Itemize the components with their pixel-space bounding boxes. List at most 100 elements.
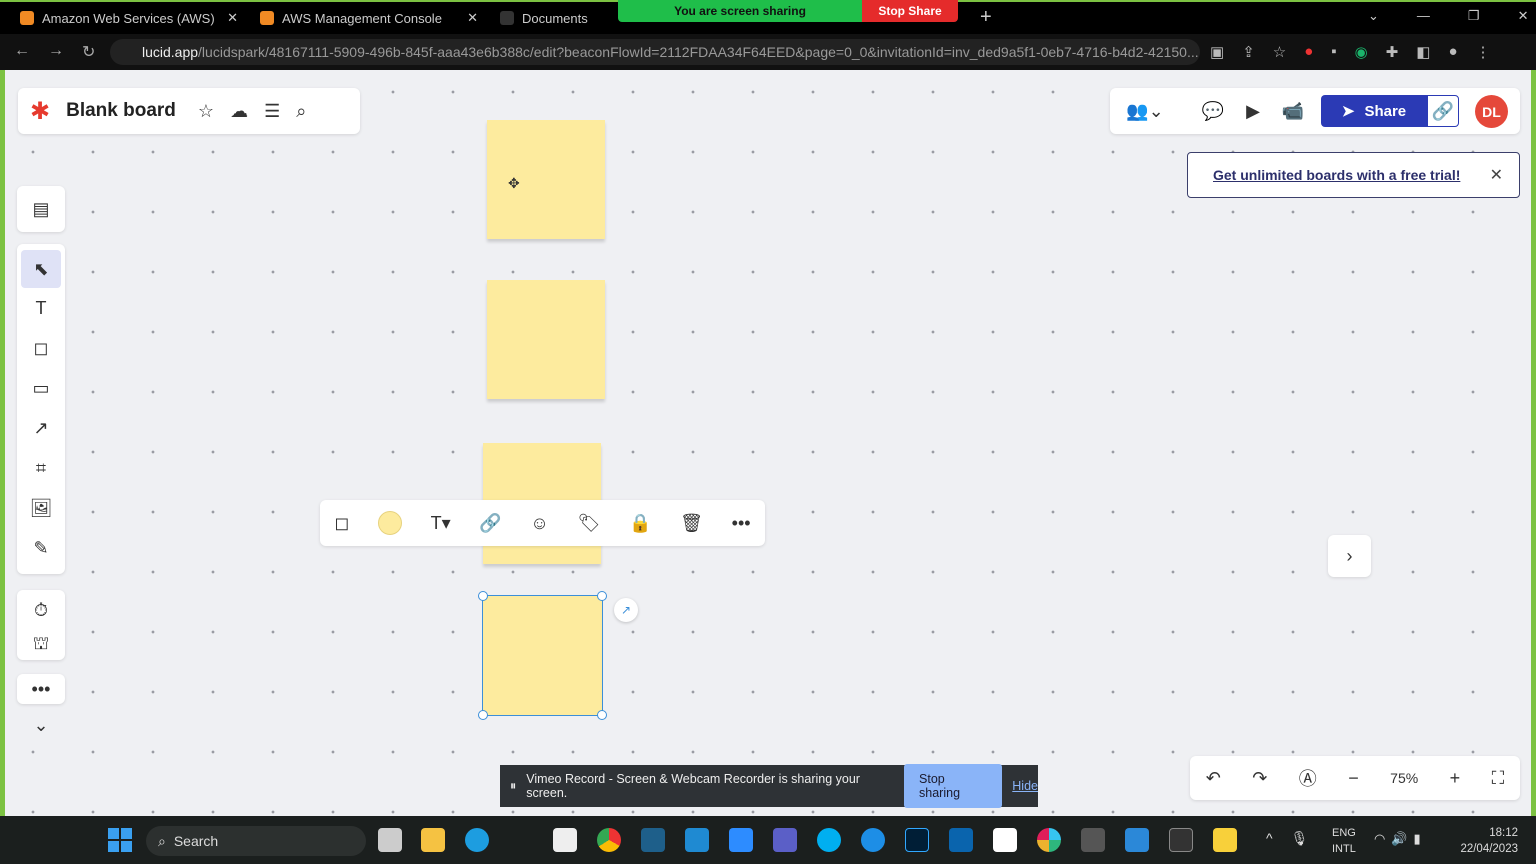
line-tool-icon[interactable]: ↗ bbox=[17, 408, 65, 448]
collaborators-icon[interactable]: 👥⌄ bbox=[1120, 98, 1170, 124]
skype-icon[interactable] bbox=[817, 828, 841, 852]
app-icon[interactable] bbox=[1125, 828, 1149, 852]
record-icon[interactable]: ● bbox=[1304, 43, 1313, 61]
tag-icon[interactable]: 🏷 bbox=[577, 513, 600, 534]
new-tab-icon[interactable]: + bbox=[980, 6, 992, 29]
snipping-icon[interactable] bbox=[1081, 828, 1105, 852]
voting-icon[interactable]: ⛫ bbox=[17, 630, 65, 660]
extension-icon[interactable]: ▪ bbox=[1331, 43, 1336, 61]
select-tool-icon[interactable]: ⬉ bbox=[21, 250, 61, 288]
terminal-icon[interactable] bbox=[1169, 828, 1193, 852]
back-icon[interactable]: ← bbox=[14, 42, 30, 62]
comments-icon[interactable]: 💬 bbox=[1200, 98, 1226, 124]
delete-icon[interactable]: 🗑 bbox=[680, 513, 703, 534]
docker-icon[interactable] bbox=[861, 828, 885, 852]
app-icon[interactable] bbox=[641, 828, 665, 852]
free-trial-link[interactable]: Get unlimited boards with a free trial! bbox=[1213, 167, 1460, 183]
pdf-app-icon[interactable] bbox=[993, 828, 1017, 852]
zoom-in-icon[interactable]: + bbox=[1450, 768, 1461, 789]
chrome-icon[interactable] bbox=[597, 828, 621, 852]
teams-icon[interactable] bbox=[773, 828, 797, 852]
table-icon[interactable]: ▤ bbox=[17, 186, 65, 232]
tab-aws[interactable]: Amazon Web Services (AWS) ✕ bbox=[10, 4, 248, 32]
tab-search-icon[interactable]: ⌄ bbox=[1368, 8, 1379, 24]
accessibility-icon[interactable]: Ⓐ bbox=[1299, 765, 1317, 791]
zoom-level[interactable]: 75% bbox=[1390, 770, 1418, 786]
image-tool-icon[interactable]: 🖼 bbox=[17, 488, 65, 528]
bookmark-star-icon[interactable]: ☆ bbox=[1273, 43, 1286, 61]
vscode-icon[interactable] bbox=[685, 828, 709, 852]
copy-link-icon[interactable]: 🔗 bbox=[1427, 95, 1459, 127]
share-button[interactable]: ➤ Share bbox=[1321, 95, 1427, 127]
resize-handle[interactable] bbox=[597, 591, 607, 601]
shape-tool-icon[interactable]: ▭ bbox=[17, 368, 65, 408]
more-options-icon[interactable]: ••• bbox=[732, 513, 751, 534]
resize-handle[interactable] bbox=[478, 591, 488, 601]
task-view-icon[interactable] bbox=[378, 828, 402, 852]
expand-panel-chevron-icon[interactable]: › bbox=[1328, 535, 1371, 577]
forward-icon[interactable]: → bbox=[48, 42, 64, 62]
fullscreen-icon[interactable]: ⛶ bbox=[1492, 768, 1505, 789]
undo-icon[interactable]: ↶ bbox=[1206, 768, 1221, 789]
volume-icon[interactable]: 🔊 bbox=[1391, 831, 1407, 847]
fill-color-swatch[interactable] bbox=[377, 511, 402, 535]
microphone-icon[interactable]: 🎙 bbox=[1291, 830, 1309, 847]
resize-handle[interactable] bbox=[597, 710, 607, 720]
taskbar-search[interactable]: ⌕ Search bbox=[146, 826, 366, 856]
text-format-icon[interactable]: T▾ bbox=[431, 513, 451, 534]
reaction-icon[interactable]: ☺ bbox=[530, 513, 548, 534]
link-icon[interactable]: 🔗 bbox=[479, 513, 501, 534]
profile-icon[interactable]: ● bbox=[1448, 43, 1457, 61]
more-tools-button[interactable]: ••• bbox=[17, 674, 65, 704]
frame-tool-icon[interactable]: ⌗ bbox=[17, 448, 65, 488]
wifi-icon[interactable]: ◠ bbox=[1374, 831, 1385, 847]
video-call-icon[interactable]: 📹 bbox=[1280, 98, 1306, 124]
zoom-out-icon[interactable]: − bbox=[1348, 768, 1359, 789]
edge-icon[interactable] bbox=[465, 828, 489, 852]
language-indicator[interactable]: ENG INTL bbox=[1332, 825, 1356, 857]
url-input[interactable]: lucid.app/lucidspark/48167111-5909-496b-… bbox=[110, 39, 1200, 65]
search-icon[interactable]: ⌕ bbox=[296, 101, 306, 122]
sticky-note[interactable] bbox=[487, 120, 605, 239]
store-icon[interactable] bbox=[553, 828, 577, 852]
file-explorer-icon[interactable] bbox=[421, 828, 445, 852]
grammarly-icon[interactable]: ◉ bbox=[1355, 43, 1368, 61]
text-tool-icon[interactable]: T bbox=[17, 288, 65, 328]
restore-icon[interactable]: ❐ bbox=[1468, 8, 1480, 24]
redo-icon[interactable]: ↷ bbox=[1252, 768, 1267, 789]
camera-icon[interactable]: ▣ bbox=[1210, 43, 1224, 61]
sticky-notes-icon[interactable] bbox=[1213, 828, 1237, 852]
menu-icon[interactable]: ⋮ bbox=[1476, 43, 1491, 61]
close-icon[interactable]: ✕ bbox=[1490, 165, 1503, 185]
avatar[interactable]: DL bbox=[1475, 95, 1508, 128]
star-icon[interactable]: ☆ bbox=[198, 101, 214, 122]
sidebar-icon[interactable]: ◧ bbox=[1416, 43, 1430, 61]
battery-icon[interactable]: ▮ bbox=[1414, 831, 1421, 847]
board-title[interactable]: Blank board bbox=[66, 100, 176, 122]
hamburger-menu-icon[interactable]: ☰ bbox=[264, 101, 280, 122]
share-page-icon[interactable]: ⇪ bbox=[1242, 43, 1255, 61]
photoshop-icon[interactable] bbox=[905, 828, 929, 852]
lucid-logo-icon[interactable]: ✱ bbox=[30, 97, 50, 126]
clock[interactable]: 18:12 22/04/2023 bbox=[1448, 825, 1518, 857]
tab-documents[interactable]: Documents bbox=[490, 4, 620, 32]
close-window-icon[interactable]: ✕ bbox=[1518, 8, 1529, 24]
shape-style-icon[interactable]: ◻ bbox=[334, 513, 349, 534]
extensions-puzzle-icon[interactable]: ✚ bbox=[1386, 43, 1399, 61]
zoom-app-icon[interactable] bbox=[729, 828, 753, 852]
outlook-icon[interactable] bbox=[949, 828, 973, 852]
timer-icon[interactable]: ⏱ bbox=[17, 590, 65, 630]
windows-start-icon[interactable] bbox=[108, 828, 132, 852]
resize-handle[interactable] bbox=[478, 710, 488, 720]
lock-icon[interactable]: 🔒 bbox=[629, 513, 651, 534]
stop-sharing-button[interactable]: Stop sharing bbox=[904, 764, 1003, 808]
reload-icon[interactable]: ↻ bbox=[82, 42, 95, 62]
minimize-icon[interactable]: — bbox=[1417, 8, 1430, 24]
collapse-chevron-icon[interactable]: ⌄ bbox=[17, 712, 65, 738]
close-tab-icon[interactable]: ✕ bbox=[227, 10, 238, 26]
sticky-note-tool-icon[interactable]: ◻ bbox=[17, 328, 65, 368]
tray-chevron-icon[interactable]: ^ bbox=[1266, 830, 1273, 847]
selected-sticky-note[interactable] bbox=[482, 595, 603, 716]
pen-tool-icon[interactable]: ✎ bbox=[17, 528, 65, 568]
present-icon[interactable]: ▶ bbox=[1240, 98, 1266, 124]
